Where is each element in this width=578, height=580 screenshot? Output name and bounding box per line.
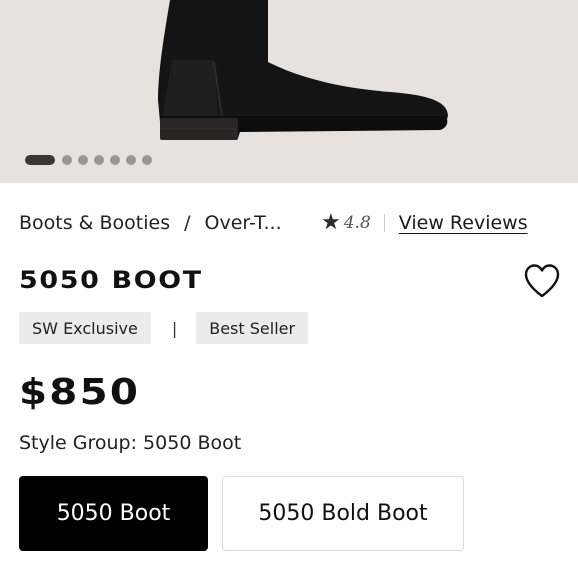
carousel-dot-active[interactable]	[25, 155, 55, 165]
breadcrumb-item-over-the-knee[interactable]: Over-T...	[205, 212, 282, 234]
breadcrumb-item-boots-booties[interactable]: Boots & Booties	[19, 212, 170, 234]
breadcrumb: Boots & Booties / Over-T...	[19, 208, 282, 238]
product-badges: SW Exclusive | Best Seller	[19, 312, 309, 344]
carousel-dot[interactable]	[94, 155, 104, 165]
carousel-dot[interactable]	[126, 155, 136, 165]
carousel-dot[interactable]	[142, 155, 152, 165]
badge-separator: |	[171, 318, 178, 338]
product-title: 5050 BOOT	[19, 266, 203, 294]
star-icon: ★	[321, 210, 341, 235]
rating-value: 4.8	[343, 213, 371, 233]
view-reviews-link[interactable]: View Reviews	[399, 212, 528, 234]
style-option-5050-bold-boot[interactable]: 5050 Bold Boot	[222, 476, 464, 551]
carousel-dot[interactable]	[78, 155, 88, 165]
product-price: $850	[19, 372, 141, 413]
style-group-label: Style Group: 5050 Boot	[19, 432, 242, 454]
heart-icon[interactable]	[523, 263, 561, 299]
breadcrumb-separator: /	[184, 212, 191, 234]
badge-best-seller: Best Seller	[196, 312, 309, 344]
product-rating: ★ 4.8 View Reviews	[321, 208, 528, 238]
carousel-dot[interactable]	[62, 155, 72, 165]
rating-divider	[383, 214, 385, 232]
carousel-pagination	[25, 154, 158, 166]
product-image-carousel[interactable]	[0, 0, 578, 183]
badge-sw-exclusive: SW Exclusive	[19, 312, 151, 344]
style-option-5050-boot[interactable]: 5050 Boot	[19, 476, 208, 551]
carousel-dot[interactable]	[110, 155, 120, 165]
